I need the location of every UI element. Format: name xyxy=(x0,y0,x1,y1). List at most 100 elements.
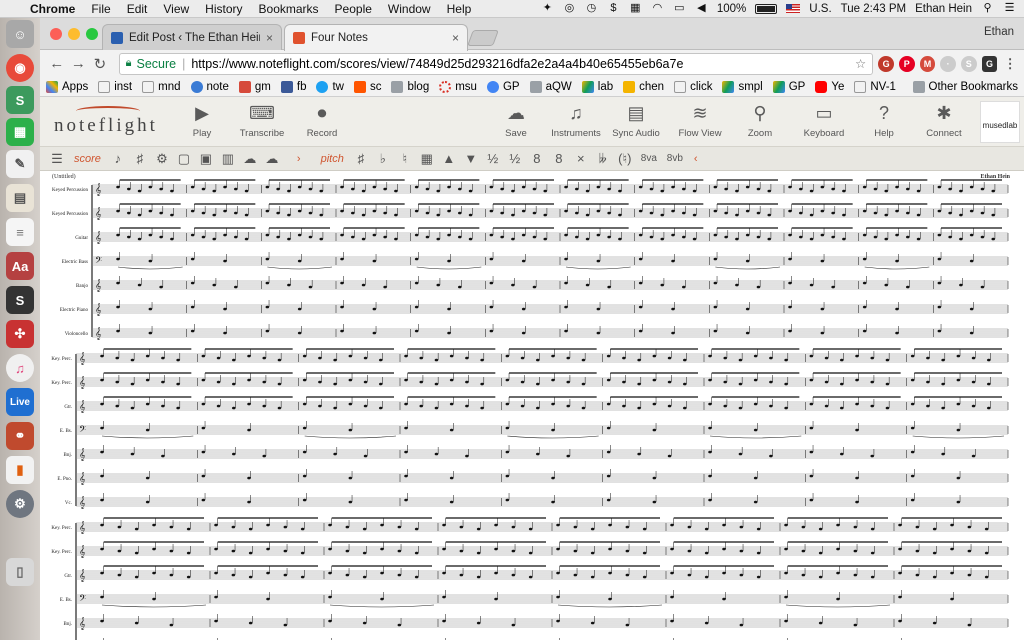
octave-down-icon[interactable]: 8 xyxy=(548,151,570,166)
time-machine-icon[interactable]: ◷ xyxy=(585,3,598,14)
spotlight-search-icon[interactable]: ⚲ xyxy=(981,3,994,14)
menu-help[interactable]: Help xyxy=(447,2,472,16)
menu-history[interactable]: History xyxy=(205,2,242,16)
pitch-up-icon[interactable]: ▲ xyxy=(438,151,460,166)
pinterest-icon[interactable]: P xyxy=(898,55,915,72)
bookmark-ye[interactable]: Ye xyxy=(815,80,844,93)
play-button[interactable]: ▶ Play xyxy=(170,101,234,139)
menu-app-name[interactable]: Chrome xyxy=(30,2,75,16)
settings-gear-icon[interactable]: ⚙ xyxy=(151,151,173,167)
natural-icon[interactable]: ♮ xyxy=(394,151,416,167)
extension-icon[interactable]: G xyxy=(981,55,998,72)
scrivener-dock-icon[interactable]: S xyxy=(6,286,34,314)
system-preferences-dock-icon[interactable]: ⚙ xyxy=(6,490,34,518)
mendeley-dock-icon[interactable]: ✣ xyxy=(6,320,34,348)
ableton-live-dock-icon[interactable]: Live xyxy=(6,388,34,416)
reload-icon[interactable]: ↻ xyxy=(89,55,111,73)
skype-icon[interactable]: S xyxy=(960,55,977,72)
pitch-palette-chevron[interactable]: ‹ xyxy=(694,153,698,165)
menu-view[interactable]: View xyxy=(163,2,189,16)
close-tab-icon[interactable]: × xyxy=(266,31,273,45)
close-tab-icon[interactable]: × xyxy=(452,31,459,45)
close-window-button[interactable] xyxy=(50,28,62,40)
cloud-download-icon[interactable]: ☁ xyxy=(261,151,283,167)
charts-dock-icon[interactable]: ▮ xyxy=(6,456,34,484)
musedlab-logo[interactable]: musedlab xyxy=(980,101,1020,143)
ottava-up-icon[interactable]: 8va xyxy=(636,153,662,164)
bookmark-gp-2[interactable]: GP xyxy=(772,80,805,93)
half-step-up-icon[interactable]: ½ xyxy=(482,151,504,166)
bookmark-chen[interactable]: chen xyxy=(623,80,664,93)
noteflight-logo[interactable]: noteflight xyxy=(54,106,158,137)
menu-people[interactable]: People xyxy=(335,2,372,16)
double-flat-icon[interactable]: 𝄫 xyxy=(592,151,614,167)
menu-user[interactable]: Ethan Hein xyxy=(915,3,972,15)
airplay-icon[interactable]: ▭ xyxy=(673,3,686,14)
menu-bookmarks[interactable]: Bookmarks xyxy=(259,2,319,16)
notification-center-icon[interactable]: ☰ xyxy=(1003,3,1016,14)
bookmark-mnd[interactable]: mnd xyxy=(142,80,181,93)
bookmark-click[interactable]: click xyxy=(674,80,712,93)
new-tab-button[interactable] xyxy=(467,30,499,46)
slack-dock-icon[interactable]: S xyxy=(6,86,34,114)
octave-up-icon[interactable]: 8 xyxy=(526,151,548,166)
notes-dock-icon[interactable]: ≡ xyxy=(6,218,34,246)
ottava-down-icon[interactable]: 8vb xyxy=(662,153,688,164)
other-bookmarks[interactable]: Other Bookmarks xyxy=(912,80,1018,93)
save-button[interactable]: ☁ Save xyxy=(484,101,548,139)
sync-status-icon[interactable]: ◎ xyxy=(563,3,576,14)
parts-icon[interactable]: ▥ xyxy=(217,151,239,167)
menu-clock[interactable]: Tue 2:43 PM xyxy=(841,3,906,15)
textedit-dock-icon[interactable]: ✎ xyxy=(6,150,34,178)
transcribe-button[interactable]: ⌨ Transcribe xyxy=(230,101,294,139)
courtesy-accidental-icon[interactable]: (♮) xyxy=(614,151,636,167)
instruments-button[interactable]: ♫ Instruments xyxy=(544,101,608,139)
palette-menu-icon[interactable]: ☰ xyxy=(46,151,68,167)
dropbox-icon[interactable]: ✦ xyxy=(541,3,554,14)
pocket-money-icon[interactable]: $ xyxy=(607,3,620,14)
zoom-button[interactable]: ⚲ Zoom xyxy=(728,101,792,139)
chrome-dock-icon[interactable]: ◉ xyxy=(6,54,34,82)
tab-four-notes[interactable]: Four Notes × xyxy=(284,24,468,51)
bookmark-inst[interactable]: inst xyxy=(98,80,132,93)
flat-icon[interactable]: ♭ xyxy=(372,151,394,167)
bookmark-note[interactable]: note xyxy=(190,80,229,93)
app-dock-icon[interactable]: ⚭ xyxy=(6,422,34,450)
menu-file[interactable]: File xyxy=(91,2,110,16)
pitch-down-icon[interactable]: ▼ xyxy=(460,151,482,166)
forward-icon[interactable]: → xyxy=(68,55,90,72)
bookmark-gm[interactable]: gm xyxy=(238,80,271,93)
bookmark-nv1[interactable]: NV-1 xyxy=(854,80,896,93)
bookmark-gp[interactable]: GP xyxy=(486,80,520,93)
menu-window[interactable]: Window xyxy=(388,2,431,16)
keyboard-button[interactable]: ▭ Keyboard xyxy=(792,101,856,139)
trash-dock-icon[interactable]: ▯ xyxy=(6,558,34,586)
spreadsheet-dock-icon[interactable]: ▦ xyxy=(6,118,34,146)
pitch-palette-label[interactable]: pitch xyxy=(321,153,344,165)
bookmark-apps[interactable]: Apps xyxy=(46,80,88,93)
score-canvas[interactable]: (Untitled) Ethan Hein Keyed Percussion 𝄞 K… xyxy=(40,171,1024,640)
wifi-icon[interactable]: ◠ xyxy=(651,3,664,14)
volume-icon[interactable]: ◀ xyxy=(695,3,708,14)
help-button[interactable]: ? Help xyxy=(852,101,916,139)
bookmark-tw[interactable]: tw xyxy=(316,80,344,93)
bookmark-fb[interactable]: fb xyxy=(280,80,306,93)
print-icon[interactable]: ▣ xyxy=(195,151,217,167)
double-sharp-icon[interactable]: × xyxy=(570,151,592,166)
sync-audio-button[interactable]: ▤ Sync Audio xyxy=(604,101,668,139)
flow-view-button[interactable]: ≋ Flow View xyxy=(668,101,732,139)
address-bar[interactable]: 🔒︎ Secure | https://www.noteflight.com/s… xyxy=(118,52,874,75)
minimize-window-button[interactable] xyxy=(68,28,80,40)
us-flag-icon[interactable] xyxy=(786,4,801,13)
bookmark-sc[interactable]: sc xyxy=(353,80,381,93)
audio-device-icon[interactable]: ▦ xyxy=(629,3,642,14)
zoom-window-button[interactable] xyxy=(86,28,98,40)
itunes-dock-icon[interactable]: ♫ xyxy=(6,354,34,382)
bookmark-msu[interactable]: msu xyxy=(439,80,477,93)
score-palette-chevron[interactable]: › xyxy=(297,153,301,165)
preview-dock-icon[interactable]: ▤ xyxy=(6,184,34,212)
profile-button[interactable]: Ethan xyxy=(984,26,1014,38)
record-button[interactable]: ⏺ Record xyxy=(290,101,354,139)
tuning-fork-icon[interactable]: ♯ xyxy=(129,151,151,166)
bookmark-aqw[interactable]: aQW xyxy=(529,80,572,93)
